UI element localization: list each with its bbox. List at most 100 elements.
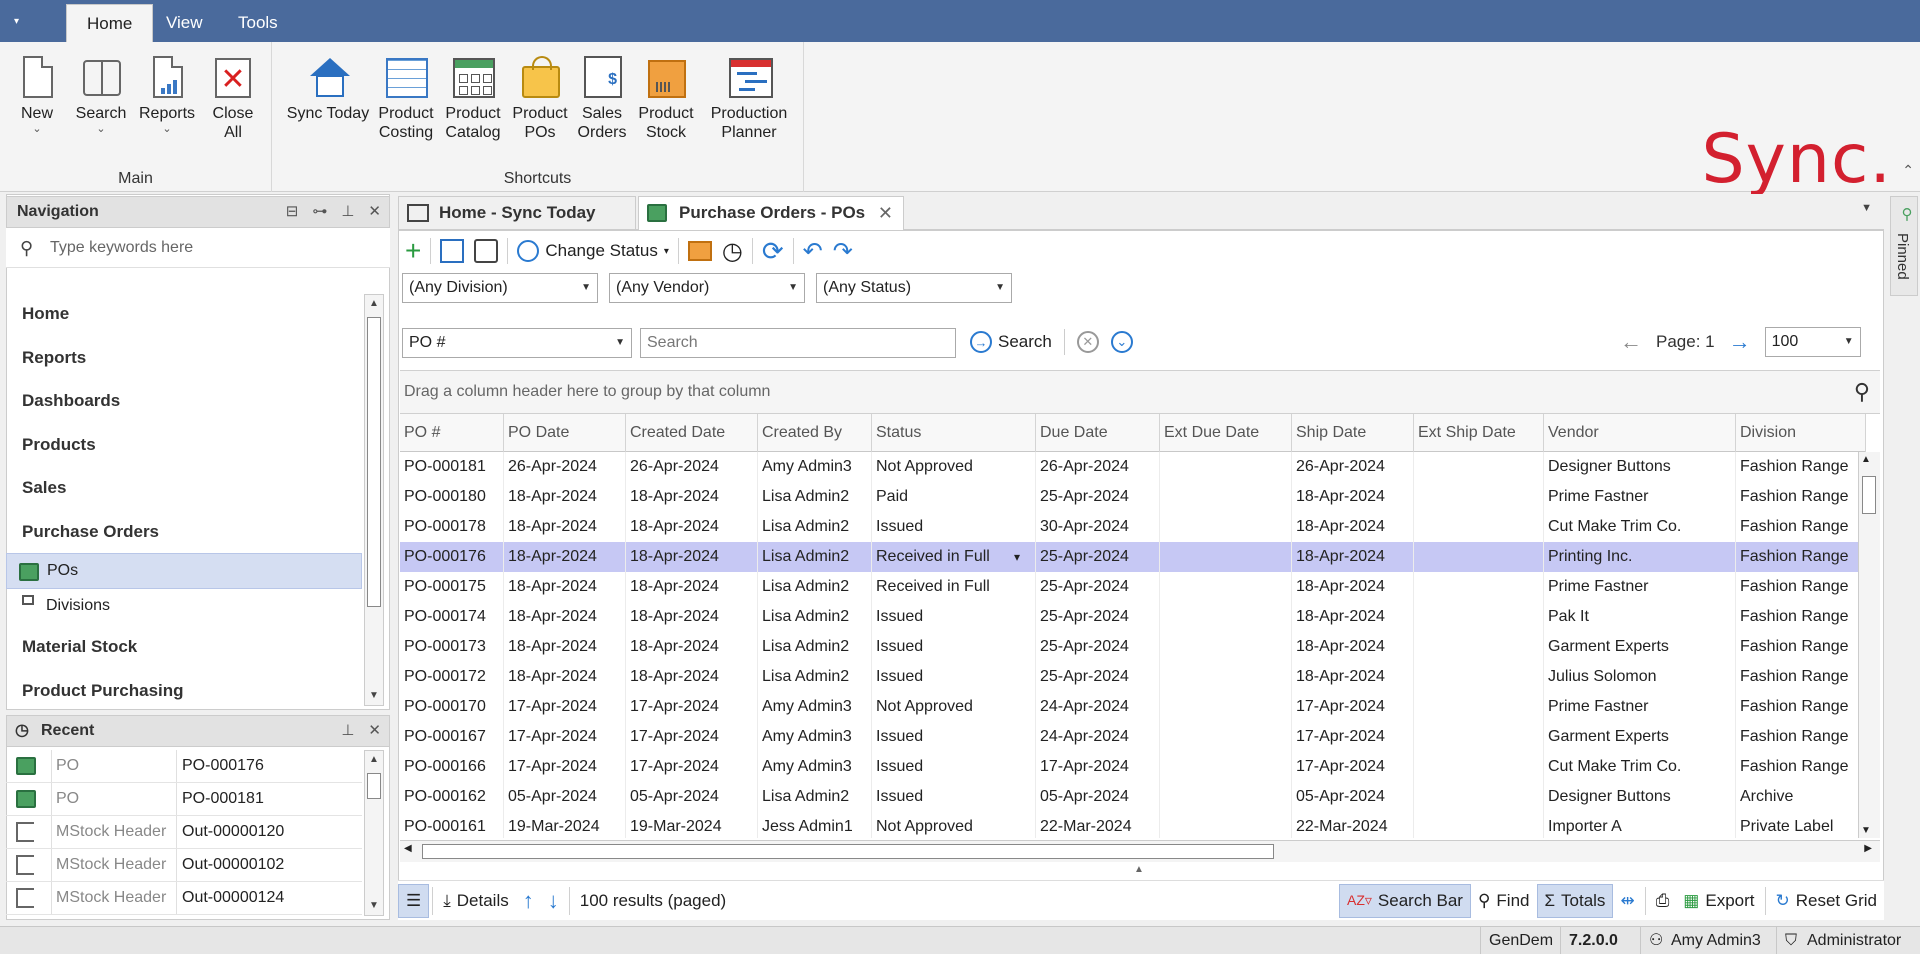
nav-section-purchase-orders[interactable]: Purchase Orders — [6, 510, 362, 554]
table-row[interactable]: PO-000178 18-Apr-2024 18-Apr-2024 Lisa Admi… — [400, 512, 1866, 542]
column-header[interactable]: PO Date — [504, 414, 626, 452]
column-header[interactable]: Created By — [758, 414, 872, 452]
sales-orders-button[interactable]: $ Sales Orders — [576, 54, 628, 142]
nav-section-dashboards[interactable]: Dashboards — [6, 379, 362, 423]
table-row[interactable]: PO-000172 18-Apr-2024 18-Apr-2024 Lisa Admi… — [400, 662, 1866, 692]
reports-button[interactable]: Reports ⌄ — [134, 54, 200, 135]
scroll-left-icon[interactable]: ◀ — [404, 843, 412, 854]
division-filter[interactable]: (Any Division) ▼ — [402, 273, 598, 303]
recent-item[interactable]: MStock Header Out-00000120 — [6, 816, 362, 849]
pinned-side-tab[interactable]: ⚲ Pinned — [1890, 196, 1918, 296]
close-icon[interactable]: ✕ — [368, 716, 381, 746]
nav-section-material-stock[interactable]: Material Stock — [6, 625, 362, 669]
production-planner-button[interactable]: Production Planner — [704, 54, 794, 142]
edit-button[interactable] — [435, 236, 469, 266]
column-header[interactable]: Division — [1736, 414, 1866, 452]
recent-scrollbar[interactable]: ▲ ▼ — [364, 750, 384, 916]
tab-purchase-orders[interactable]: Purchase Orders - POs ✕ — [638, 196, 904, 230]
pin-icon[interactable]: ⊥ — [341, 716, 354, 746]
ribbon-tab-view[interactable]: View — [146, 4, 223, 42]
nav-item-pos[interactable]: POs — [6, 553, 362, 589]
current-user[interactable]: ⚇ Amy Admin3 — [1640, 927, 1769, 954]
ribbon-tab-home[interactable]: Home — [66, 4, 154, 42]
scroll-up-icon[interactable]: ▲ — [365, 751, 383, 769]
tree-icon[interactable]: ⊶ — [312, 197, 327, 227]
table-row[interactable]: PO-000161 19-Mar-2024 19-Mar-2024 Jess Admi… — [400, 812, 1866, 838]
new-button[interactable]: New ⌄ — [14, 54, 60, 135]
nav-section-home[interactable]: Home — [6, 292, 362, 336]
scroll-thumb[interactable] — [1862, 476, 1876, 514]
product-costing-button[interactable]: Product Costing — [376, 54, 436, 142]
refresh-button[interactable]: ⟳ — [757, 236, 789, 266]
status-dropdown-icon[interactable]: ▾ — [1014, 542, 1020, 572]
navigation-search-input[interactable]: ⚲ Type keywords here — [6, 228, 390, 268]
scroll-right-icon[interactable]: ▶ — [1864, 843, 1872, 854]
product-stock-button[interactable]: Product Stock — [634, 54, 698, 142]
move-down-button[interactable]: ↓ — [541, 884, 566, 918]
find-button[interactable]: ⚲ Find — [1471, 884, 1537, 918]
scroll-down-icon[interactable]: ▼ — [1861, 825, 1871, 836]
scroll-down-icon[interactable]: ▼ — [365, 687, 383, 705]
grid-vertical-scrollbar[interactable]: ▲ ▼ — [1858, 452, 1880, 838]
page-size-select[interactable]: 100 ▼ — [1764, 327, 1861, 357]
table-row[interactable]: PO-000180 18-Apr-2024 18-Apr-2024 Lisa Admi… — [400, 482, 1866, 512]
fit-columns-button[interactable]: ⇹ — [1613, 884, 1641, 918]
expand-icon[interactable]: ⊟ — [286, 197, 299, 227]
nav-section-reports[interactable]: Reports — [6, 336, 362, 380]
print-preview-button[interactable]: ⎙ — [1649, 884, 1677, 918]
close-tab-icon[interactable]: ✕ — [878, 197, 893, 229]
next-page-icon[interactable]: → — [1729, 329, 1751, 355]
change-status-button[interactable]: Change Status ▾ — [512, 236, 674, 266]
move-up-button[interactable]: ↑ — [516, 884, 541, 918]
app-menu-button[interactable]: ▾ — [14, 6, 428, 436]
table-row[interactable]: PO-000174 18-Apr-2024 18-Apr-2024 Lisa Admi… — [400, 602, 1866, 632]
table-row[interactable]: PO-000175 18-Apr-2024 18-Apr-2024 Lisa Admi… — [400, 572, 1866, 602]
scroll-down-icon[interactable]: ▼ — [365, 897, 383, 915]
search-input[interactable]: Search — [640, 328, 956, 358]
recent-item[interactable]: MStock Header Out-00000102 — [6, 849, 362, 882]
scroll-thumb[interactable] — [422, 844, 1274, 859]
table-row[interactable]: PO-000167 17-Apr-2024 17-Apr-2024 Amy Admin… — [400, 722, 1866, 752]
export-button[interactable]: ▦ Export — [1676, 884, 1761, 918]
column-header[interactable]: Status — [872, 414, 1036, 452]
recent-item[interactable]: MStock Header Out-00000124 — [6, 882, 362, 915]
column-header[interactable]: PO # — [400, 414, 504, 452]
column-header[interactable]: Created Date — [626, 414, 758, 452]
scroll-up-icon[interactable]: ▲ — [365, 295, 383, 313]
redo-button[interactable]: ↷ — [828, 236, 858, 266]
list-view-button[interactable]: ☰ — [398, 883, 430, 918]
product-catalog-button[interactable]: Product Catalog — [442, 54, 504, 142]
table-row[interactable]: PO-000166 17-Apr-2024 17-Apr-2024 Amy Admin… — [400, 752, 1866, 782]
totals-toggle[interactable]: Σ Totals — [1536, 883, 1614, 918]
column-header[interactable]: Due Date — [1036, 414, 1160, 452]
group-panel[interactable]: Drag a column header here to group by th… — [400, 370, 1880, 414]
close-icon[interactable]: ✕ — [368, 197, 381, 227]
tab-dropdown-icon[interactable]: ▼ — [1861, 202, 1872, 214]
column-header[interactable]: Ext Due Date — [1160, 414, 1292, 452]
search-button[interactable]: Search ⌄ — [72, 54, 130, 135]
add-button[interactable]: + — [400, 236, 426, 266]
search-bar-toggle[interactable]: AZ▿ Search Bar — [1339, 883, 1471, 918]
history-button[interactable]: ◷ — [717, 236, 748, 266]
table-row[interactable]: PO-000170 17-Apr-2024 17-Apr-2024 Amy Admin… — [400, 692, 1866, 722]
nav-section-products[interactable]: Products — [6, 423, 362, 467]
scroll-thumb[interactable] — [367, 773, 381, 799]
grid-horizontal-scrollbar[interactable]: ◀ ▶ — [400, 840, 1880, 862]
status-filter[interactable]: (Any Status) ▼ — [816, 273, 1012, 303]
undo-button[interactable]: ↶ — [798, 236, 828, 266]
clear-icon[interactable]: ✕ — [1076, 331, 1099, 353]
column-header[interactable]: Ship Date — [1292, 414, 1414, 452]
tab-home-sync-today[interactable]: Home - Sync Today — [398, 196, 636, 230]
prev-page-icon[interactable]: ← — [1620, 329, 1642, 355]
recent-item[interactable]: PO PO-000176 — [6, 750, 362, 783]
sync-today-button[interactable]: Sync Today — [284, 54, 372, 123]
expand-down-icon[interactable]: ⌄ — [1110, 331, 1133, 353]
table-row[interactable]: PO-000176 18-Apr-2024 18-Apr-2024 Lisa Admi… — [400, 542, 1866, 572]
table-row[interactable]: PO-000173 18-Apr-2024 18-Apr-2024 Lisa Admi… — [400, 632, 1866, 662]
search-button[interactable]: → Search ✕ ⌄ — [970, 325, 1133, 359]
pin-icon[interactable]: ⊥ — [341, 197, 354, 227]
scroll-thumb[interactable] — [367, 317, 381, 607]
nav-item-divisions[interactable]: Divisions — [6, 589, 362, 625]
print-button[interactable] — [469, 236, 503, 266]
nav-section-product-purchasing[interactable]: Product Purchasing — [6, 669, 362, 713]
